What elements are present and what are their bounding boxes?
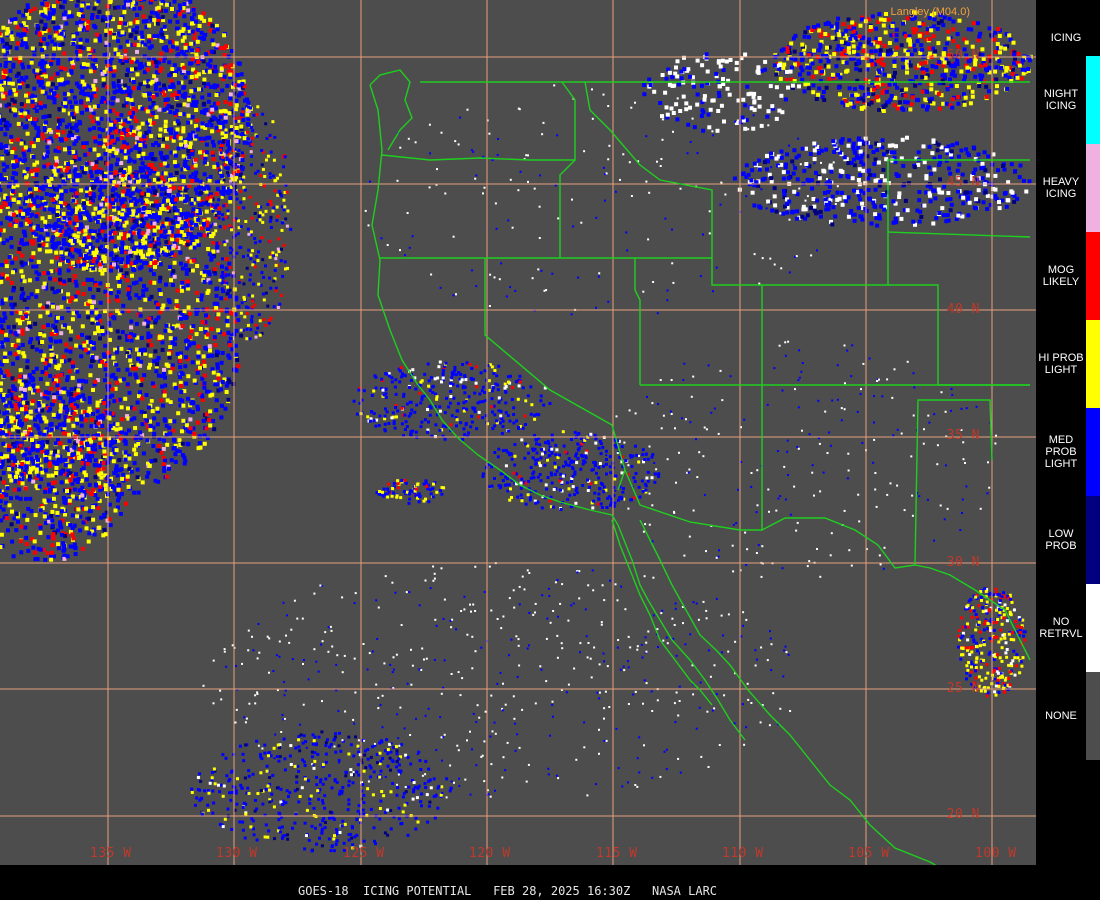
- legend-item: HI PROB LIGHT: [1036, 320, 1100, 408]
- footer-text: GOES-18 ICING POTENTIAL FEB 28, 2025 16:…: [298, 884, 718, 898]
- legend-swatch: [1086, 232, 1100, 320]
- lon-label: 105 W: [848, 846, 890, 861]
- lat-label: 20 N: [946, 807, 980, 822]
- legend-swatch: [1086, 144, 1100, 232]
- legend-item-label: MED PROB LIGHT: [1044, 434, 1078, 470]
- credit-label: Langley (M04.0): [890, 6, 971, 18]
- lon-label: 100 W: [975, 846, 1017, 861]
- pacific-coastline: [369, 84, 746, 741]
- legend-item-label: LOW PROB: [1045, 528, 1077, 552]
- legend-item-label: HI PROB LIGHT: [1038, 352, 1084, 376]
- legend-swatch: [1086, 584, 1100, 672]
- colorado-border: [762, 284, 939, 386]
- legend-item: MOG LIKELY: [1036, 232, 1100, 320]
- legend-swatch: [1086, 320, 1100, 408]
- lat-label: 40 N: [946, 302, 980, 317]
- new-mexico-border: [761, 385, 993, 569]
- legend-item: HEAVY ICING: [1036, 144, 1100, 232]
- legend-swatch: [1086, 408, 1100, 496]
- lat-label: 25 N: [946, 681, 980, 696]
- map-canvas: [0, 0, 1036, 865]
- washington-oregon-border: [381, 81, 576, 161]
- legend-item-label: HEAVY ICING: [1042, 176, 1080, 200]
- legend-item-label: NONE: [1045, 710, 1077, 722]
- lon-label: 110 W: [722, 846, 764, 861]
- lon-label: 120 W: [469, 846, 511, 861]
- lat-label: 35 N: [946, 428, 980, 443]
- legend-item: NO RETRVL: [1036, 584, 1100, 672]
- lon-label: 125 W: [343, 846, 385, 861]
- legend-swatch: [1086, 672, 1100, 760]
- lon-label: 130 W: [216, 846, 258, 861]
- legend-item: NIGHT ICING: [1036, 56, 1100, 144]
- legend-item: NONE: [1036, 672, 1100, 760]
- legend-swatch: [1086, 496, 1100, 584]
- legend-title: ICING: [1050, 32, 1082, 44]
- mexico-texas-border: [914, 564, 1031, 661]
- dakota-border: [887, 231, 1031, 238]
- coastline-and-borders: [369, 69, 1031, 865]
- mainland-mexico-coastline: [639, 519, 937, 865]
- legend-item-label: MOG LIKELY: [1042, 264, 1080, 288]
- lat-label: 30 N: [946, 555, 980, 570]
- utah-colorado-border: [640, 285, 763, 386]
- lat-label: 50 N: [946, 48, 980, 63]
- icing-map: Langley (M04.0) 50 N 45 N 40 N 35 N 30 N…: [0, 0, 1036, 865]
- legend-item: LOW PROB: [1036, 496, 1100, 584]
- legend-item-label: NO RETRVL: [1039, 616, 1083, 640]
- legend-item-label: NIGHT ICING: [1043, 88, 1079, 112]
- legend-item: MED PROB LIGHT: [1036, 408, 1100, 496]
- icing-legend: ICING NIGHT ICING HEAVY ICING MOG LIKELY HI PR…: [1036, 0, 1100, 900]
- lon-label: 115 W: [596, 846, 638, 861]
- legend-swatch: [1086, 56, 1100, 144]
- puget-sound: [369, 69, 413, 151]
- icing-speckle-layer: [0, 0, 1033, 853]
- lon-label: 135 W: [90, 846, 132, 861]
- lat-label: 45 N: [946, 175, 980, 190]
